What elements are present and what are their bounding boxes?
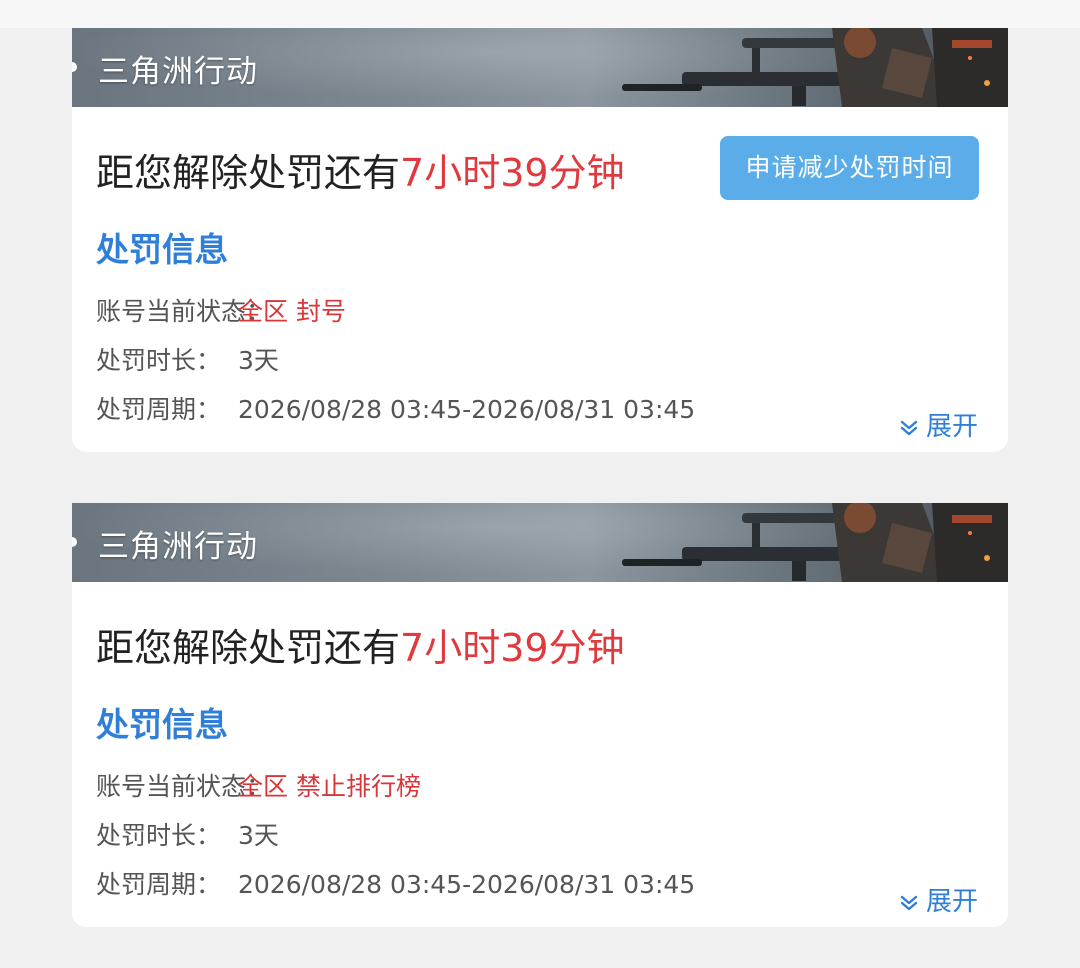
status-label: 账号当前状态：: [96, 772, 272, 801]
section-title: 处罚信息: [96, 230, 228, 269]
status-row: 账号当前状态：全区 禁止排行榜: [96, 767, 421, 803]
expand-label: 展开: [925, 887, 978, 917]
time-remaining-headline: 距您解除处罚还有7小时39分钟: [96, 142, 625, 197]
game-name: 三角洲行动: [98, 54, 258, 90]
soldier-artwork: [622, 503, 1008, 582]
status-label: 账号当前状态：: [96, 297, 272, 326]
period-value: 2026/08/28 03:45-2026/08/31 03:45: [238, 395, 696, 424]
status-value: 全区 封号: [238, 297, 346, 326]
duration-value: 3天: [238, 346, 279, 375]
period-row: 处罚周期： 2026/08/28 03:45-2026/08/31 03:45: [96, 390, 695, 426]
remaining-time: 7小时39分钟: [400, 626, 625, 670]
penalty-card: 三角洲行动 距您解除处罚还有7小时39分钟 处罚信息 账号当前状态：全区 禁止排…: [72, 503, 1008, 927]
headline-prefix: 距您解除处罚还有: [96, 626, 401, 670]
top-bar: [0, 0, 1080, 28]
remaining-time: 7小时39分钟: [400, 151, 625, 195]
headline-prefix: 距您解除处罚还有: [96, 151, 401, 195]
game-name: 三角洲行动: [98, 529, 258, 565]
duration-row: 处罚时长： 3天: [96, 816, 279, 852]
duration-label: 处罚时长：: [96, 821, 222, 850]
chevron-double-down-icon: [900, 895, 918, 910]
expand-label: 展开: [925, 412, 978, 442]
duration-row: 处罚时长： 3天: [96, 341, 279, 377]
expand-button[interactable]: 展开: [900, 406, 978, 443]
expand-button[interactable]: 展开: [900, 881, 978, 918]
game-banner: 三角洲行动: [72, 503, 1008, 582]
status-value: 全区 禁止排行榜: [238, 772, 421, 801]
chevron-double-down-icon: [900, 420, 918, 435]
game-banner: 三角洲行动: [72, 28, 1008, 107]
status-row: 账号当前状态：全区 封号: [96, 292, 346, 328]
penalty-card: 三角洲行动 距您解除处罚还有7小时39分钟 申请减少处罚时间 处罚信息 账号当前…: [72, 28, 1008, 452]
duration-value: 3天: [238, 821, 279, 850]
period-label: 处罚周期：: [96, 870, 222, 899]
time-remaining-headline: 距您解除处罚还有7小时39分钟: [96, 617, 625, 672]
period-row: 处罚周期： 2026/08/28 03:45-2026/08/31 03:45: [96, 865, 695, 901]
period-value: 2026/08/28 03:45-2026/08/31 03:45: [238, 870, 696, 899]
section-title: 处罚信息: [96, 705, 228, 744]
period-label: 处罚周期：: [96, 395, 222, 424]
reduce-penalty-button[interactable]: 申请减少处罚时间: [720, 136, 979, 200]
soldier-artwork: [622, 28, 1008, 107]
duration-label: 处罚时长：: [96, 346, 222, 375]
